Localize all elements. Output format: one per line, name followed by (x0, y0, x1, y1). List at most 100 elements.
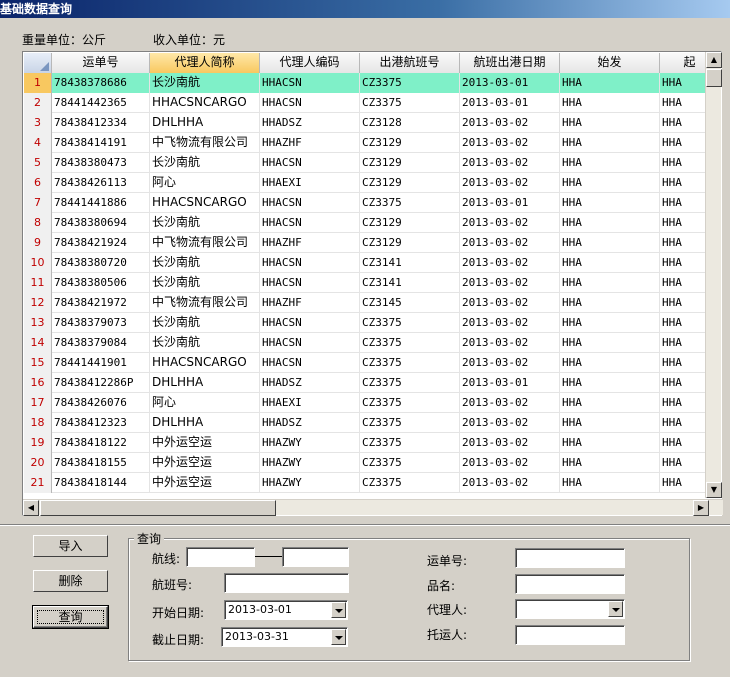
cell-dest[interactable]: HHA (660, 253, 710, 273)
cell-agent-code[interactable]: HHADSZ (260, 413, 360, 433)
cell-flight-date[interactable]: 2013-03-02 (460, 153, 560, 173)
row-number[interactable]: 15 (24, 353, 52, 373)
cell-agent-code[interactable]: HHAZHF (260, 293, 360, 313)
cell-dest[interactable]: HHA (660, 273, 710, 293)
cell-awb[interactable]: 78438380473 (52, 153, 150, 173)
table-row[interactable]: 20 78438418155 中外运空运 HHAZWY CZ3375 2013-03-02… (24, 453, 710, 473)
cell-flight-date[interactable]: 2013-03-02 (460, 313, 560, 333)
cell-awb[interactable]: 78438418155 (52, 453, 150, 473)
cell-flight-date[interactable]: 2013-03-02 (460, 133, 560, 153)
cell-awb[interactable]: 78441442365 (52, 93, 150, 113)
row-number[interactable]: 12 (24, 293, 52, 313)
cell-awb[interactable]: 78438421972 (52, 293, 150, 313)
column-header-flight[interactable]: 出港航班号 (360, 53, 460, 73)
row-number[interactable]: 17 (24, 393, 52, 413)
row-number[interactable]: 5 (24, 153, 52, 173)
cell-dest[interactable]: HHA (660, 233, 710, 253)
table-row[interactable]: 3 78438412334 DHLHHA HHADSZ CZ3128 2013-03-02… (24, 113, 710, 133)
table-row[interactable]: 14 78438379084 长沙南航 HHACSN CZ3375 2013-03-02 H… (24, 333, 710, 353)
table-row[interactable]: 21 78438418144 中外运空运 HHAZWY CZ3375 2013-03-02… (24, 473, 710, 493)
cell-flight[interactable]: CZ3141 (360, 253, 460, 273)
cell-agent-name[interactable]: 阿心 (150, 173, 260, 193)
cell-flight-date[interactable]: 2013-03-02 (460, 473, 560, 493)
cell-agent-name[interactable]: 中外运空运 (150, 453, 260, 473)
cell-dest[interactable]: HHA (660, 73, 710, 93)
cell-dest[interactable]: HHA (660, 453, 710, 473)
cell-awb[interactable]: 78441441901 (52, 353, 150, 373)
column-header-dest[interactable]: 起 (660, 53, 710, 73)
cell-agent-code[interactable]: HHACSN (260, 153, 360, 173)
row-number[interactable]: 3 (24, 113, 52, 133)
column-header-origin[interactable]: 始发 (560, 53, 660, 73)
start-date-dropdown-icon[interactable] (331, 602, 346, 618)
row-number[interactable]: 7 (24, 193, 52, 213)
table-row[interactable]: 5 78438380473 长沙南航 HHACSN CZ3129 2013-03-02 HH… (24, 153, 710, 173)
cell-agent-name[interactable]: 中飞物流有限公司 (150, 293, 260, 313)
row-number[interactable]: 2 (24, 93, 52, 113)
vertical-scroll-thumb[interactable] (706, 69, 722, 87)
table-row[interactable]: 11 78438380506 长沙南航 HHACSN CZ3141 2013-03-02 H… (24, 273, 710, 293)
cell-agent-name[interactable]: HHACSNCARGO (150, 193, 260, 213)
cell-flight[interactable]: CZ3141 (360, 273, 460, 293)
cell-agent-code[interactable]: HHACSN (260, 213, 360, 233)
cell-origin[interactable]: HHA (560, 453, 660, 473)
table-row[interactable]: 19 78438418122 中外运空运 HHAZWY CZ3375 2013-03-02… (24, 433, 710, 453)
cell-origin[interactable]: HHA (560, 133, 660, 153)
cell-flight[interactable]: CZ3129 (360, 213, 460, 233)
cell-awb[interactable]: 78438414191 (52, 133, 150, 153)
row-number[interactable]: 1 (24, 73, 52, 93)
table-row[interactable]: 17 78438426076 阿心 HHAEXI CZ3375 2013-03-02 HHA… (24, 393, 710, 413)
cell-origin[interactable]: HHA (560, 193, 660, 213)
cell-flight-date[interactable]: 2013-03-01 (460, 73, 560, 93)
cell-dest[interactable]: HHA (660, 213, 710, 233)
column-header-agent-code[interactable]: 代理人编码 (260, 53, 360, 73)
cell-awb[interactable]: 78438418122 (52, 433, 150, 453)
cell-flight[interactable]: CZ3129 (360, 133, 460, 153)
cell-flight[interactable]: CZ3129 (360, 173, 460, 193)
start-date-combo[interactable]: 2013-03-01 (224, 600, 348, 620)
cell-flight[interactable]: CZ3375 (360, 413, 460, 433)
table-row[interactable]: 7 78441441886 HHACSNCARGO HHACSN CZ3375 2013-… (24, 193, 710, 213)
cell-dest[interactable]: HHA (660, 353, 710, 373)
cell-flight-date[interactable]: 2013-03-02 (460, 233, 560, 253)
table-row[interactable]: 16 78438412286P DHLHHA HHADSZ CZ3375 2013-03-… (24, 373, 710, 393)
vertical-scrollbar[interactable]: ▲ ▼ (705, 52, 722, 498)
cell-awb[interactable]: 78438380506 (52, 273, 150, 293)
cell-dest[interactable]: HHA (660, 93, 710, 113)
cell-origin[interactable]: HHA (560, 313, 660, 333)
cell-dest[interactable]: HHA (660, 293, 710, 313)
cell-agent-name[interactable]: 长沙南航 (150, 73, 260, 93)
cell-origin[interactable]: HHA (560, 173, 660, 193)
cell-flight-date[interactable]: 2013-03-02 (460, 413, 560, 433)
cell-origin[interactable]: HHA (560, 373, 660, 393)
cell-origin[interactable]: HHA (560, 353, 660, 373)
cell-flight-date[interactable]: 2013-03-02 (460, 273, 560, 293)
cell-flight[interactable]: CZ3129 (360, 233, 460, 253)
cell-flight-date[interactable]: 2013-03-01 (460, 373, 560, 393)
cell-agent-name[interactable]: DHLHHA (150, 413, 260, 433)
cell-flight[interactable]: CZ3128 (360, 113, 460, 133)
cell-flight-date[interactable]: 2013-03-02 (460, 353, 560, 373)
flight-input[interactable] (224, 573, 349, 593)
cell-agent-name[interactable]: HHACSNCARGO (150, 93, 260, 113)
cell-dest[interactable]: HHA (660, 333, 710, 353)
cell-flight-date[interactable]: 2013-03-02 (460, 453, 560, 473)
cell-awb[interactable]: 78438379073 (52, 313, 150, 333)
cell-agent-name[interactable]: 长沙南航 (150, 333, 260, 353)
end-date-dropdown-icon[interactable] (331, 629, 346, 645)
row-number[interactable]: 10 (24, 253, 52, 273)
cell-agent-name[interactable]: 中外运空运 (150, 473, 260, 493)
cell-flight-date[interactable]: 2013-03-02 (460, 393, 560, 413)
cell-flight-date[interactable]: 2013-03-02 (460, 333, 560, 353)
cell-dest[interactable]: HHA (660, 433, 710, 453)
cell-flight[interactable]: CZ3375 (360, 473, 460, 493)
cell-agent-code[interactable]: HHAZHF (260, 133, 360, 153)
row-number[interactable]: 18 (24, 413, 52, 433)
table-row[interactable]: 6 78438426113 阿心 HHAEXI CZ3129 2013-03-02 HHA H… (24, 173, 710, 193)
cell-origin[interactable]: HHA (560, 273, 660, 293)
cell-agent-name[interactable]: 中飞物流有限公司 (150, 233, 260, 253)
row-number[interactable]: 13 (24, 313, 52, 333)
cell-agent-code[interactable]: HHAZWY (260, 473, 360, 493)
cell-agent-name[interactable]: 中外运空运 (150, 433, 260, 453)
scroll-left-icon[interactable]: ◀ (23, 500, 39, 516)
